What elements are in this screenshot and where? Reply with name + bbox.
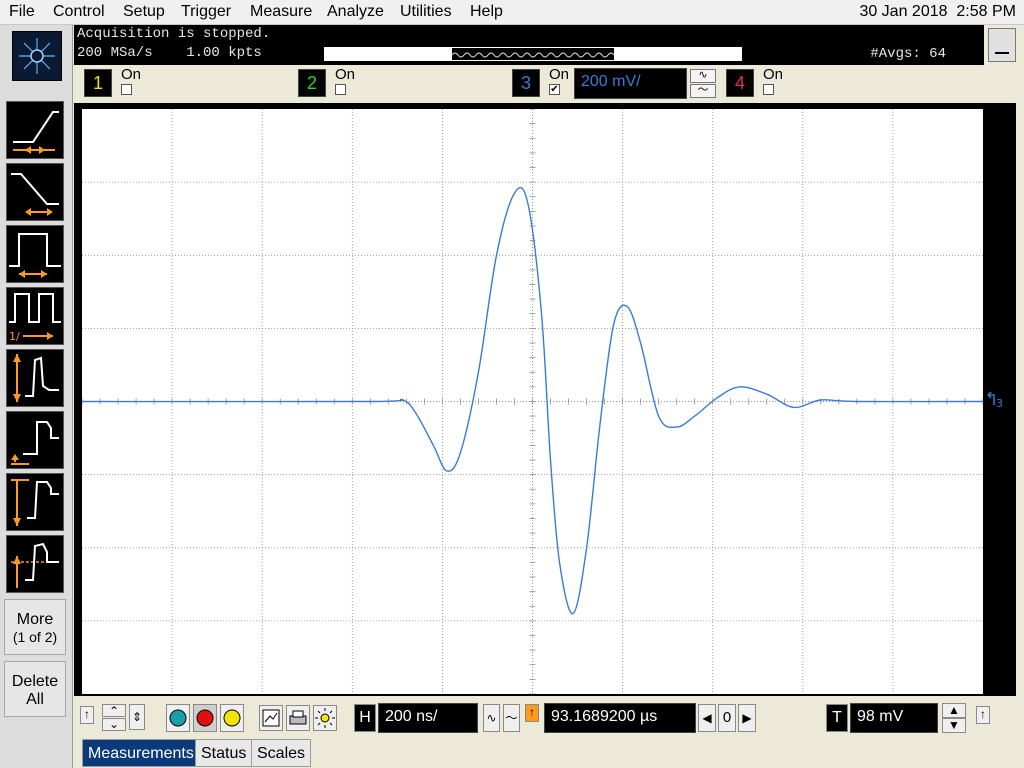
more-label: More	[16, 611, 54, 628]
trigger-level-field[interactable]: 98 mV	[850, 703, 938, 733]
tab-measurements[interactable]: Measurements	[82, 739, 200, 767]
coarse-adjust-icon[interactable]: 〜	[503, 704, 520, 732]
bottom-controls: ↑ ⌃ ⌄ ⇕ H 200 ns/ ∿ 〜 ↑ 93.1689200 µs ◀ …	[74, 700, 1024, 736]
menu-control[interactable]: Control	[53, 3, 105, 21]
memory-window	[451, 48, 615, 60]
waveform-plot[interactable]	[82, 109, 983, 694]
brightness-icon[interactable]	[313, 705, 337, 731]
measurement-toolbar: 1/ More (1 of 2) Delete All	[0, 25, 73, 768]
trigger-up-icon[interactable]: ▲	[942, 703, 966, 718]
fine-adjust-icon[interactable]: ∿	[483, 704, 500, 732]
maximum-icon[interactable]	[6, 473, 64, 531]
expand-arrow-icon[interactable]: ↑	[80, 706, 94, 724]
delay-reference-button[interactable]: 0	[718, 704, 736, 732]
channel-3-ground-marker-icon[interactable]: 3	[986, 391, 1014, 411]
channel-1-button[interactable]: 1	[84, 69, 112, 97]
horizontal-button[interactable]: H	[354, 704, 376, 732]
screenshot-icon[interactable]	[259, 705, 283, 731]
minimum-icon[interactable]	[6, 411, 64, 469]
svg-text:1/: 1/	[9, 330, 20, 343]
delete-label: Delete	[11, 673, 59, 690]
color-red-button[interactable]	[193, 704, 217, 732]
more-button[interactable]: More (1 of 2)	[4, 599, 66, 655]
menu-help[interactable]: Help	[470, 3, 503, 21]
channel-2-button[interactable]: 2	[298, 69, 326, 97]
channel-4-checkbox[interactable]	[763, 84, 774, 95]
menu-analyze[interactable]: Analyze	[327, 3, 384, 21]
more-page-label: (1 of 2)	[12, 629, 58, 645]
channel-2-checkbox[interactable]	[335, 84, 346, 95]
frequency-icon[interactable]: 1/	[6, 287, 64, 345]
positive-width-icon[interactable]	[6, 225, 64, 283]
channel-2-on-label: On	[335, 66, 356, 83]
channel-bar: 1 On 2 On 3 On ✔ 200 mV/ ∿ 〜 4 On	[74, 66, 1024, 102]
channel-1-on-label: On	[121, 66, 142, 83]
channel-3-scale[interactable]: 200 mV/	[574, 68, 687, 99]
brand-logo-icon[interactable]	[12, 31, 62, 81]
menu-utilities[interactable]: Utilities	[400, 3, 452, 21]
delete-all-button[interactable]: Delete All	[4, 661, 66, 717]
rise-time-icon[interactable]	[6, 101, 64, 159]
channel-4-on-label: On	[763, 66, 784, 83]
menu-file[interactable]: File	[9, 3, 35, 21]
scroll-down-icon[interactable]: ⌄	[102, 718, 126, 731]
color-yellow-button[interactable]	[220, 704, 244, 732]
trigger-down-icon[interactable]: ▼	[942, 718, 966, 733]
channel-4-button[interactable]: 4	[726, 69, 754, 97]
trigger-reference-icon[interactable]: ↑	[525, 704, 539, 722]
ground-marker-label: 3	[996, 397, 1003, 410]
date-text: 30 Jan 2018	[859, 3, 948, 20]
acquisition-status-text: Acquisition is stopped.	[77, 26, 271, 42]
delete-all-label: All	[26, 691, 44, 708]
ac-coupling-icon[interactable]: ∿	[690, 69, 716, 83]
menu-bar: File Control Setup Trigger Measure Analy…	[0, 0, 1024, 25]
horizontal-delay-field[interactable]: 93.1689200 µs	[544, 703, 696, 733]
memory-bar	[324, 47, 742, 61]
peak-to-peak-icon[interactable]	[6, 349, 64, 407]
collapse-arrow-icon[interactable]: ↑	[976, 706, 990, 724]
sample-rate-text: 200 MSa/s 1.00 kpts	[77, 45, 262, 61]
menu-setup[interactable]: Setup	[123, 3, 165, 21]
tab-scales[interactable]: Scales	[251, 739, 312, 767]
channel-1-checkbox[interactable]	[121, 84, 132, 95]
delay-left-icon[interactable]: ◀	[698, 704, 716, 732]
color-cyan-button[interactable]	[166, 704, 190, 732]
tab-status[interactable]: Status	[195, 739, 253, 767]
menu-measure[interactable]: Measure	[250, 3, 312, 21]
fall-time-icon[interactable]	[6, 163, 64, 221]
channel-3-button[interactable]: 3	[512, 69, 540, 97]
dc-coupling-icon[interactable]: 〜	[690, 84, 716, 98]
time-text: 2:58 PM	[956, 3, 1016, 20]
acquisition-status-panel: Acquisition is stopped. 200 MSa/s 1.00 k…	[74, 25, 984, 65]
menu-trigger[interactable]: Trigger	[181, 3, 231, 21]
scroll-up-icon[interactable]: ⌃	[102, 704, 126, 717]
print-icon[interactable]	[286, 705, 310, 731]
average-icon[interactable]	[6, 535, 64, 593]
minimize-button[interactable]	[988, 28, 1016, 62]
bottom-tabs: Measurements Status Scales	[74, 739, 1024, 768]
clock: 30 Jan 2018 2:58 PM	[859, 3, 1016, 21]
horizontal-scale-field[interactable]: 200 ns/	[378, 703, 478, 733]
delay-right-icon[interactable]: ▶	[738, 704, 756, 732]
averages-count: #Avgs: 64	[870, 46, 946, 62]
scroll-both-icon[interactable]: ⇕	[129, 704, 145, 730]
channel-3-checkbox[interactable]: ✔	[549, 84, 560, 95]
channel-3-on-label: On	[549, 66, 570, 83]
waveform-display[interactable]: 3	[74, 103, 1016, 696]
trigger-button[interactable]: T	[826, 704, 848, 732]
